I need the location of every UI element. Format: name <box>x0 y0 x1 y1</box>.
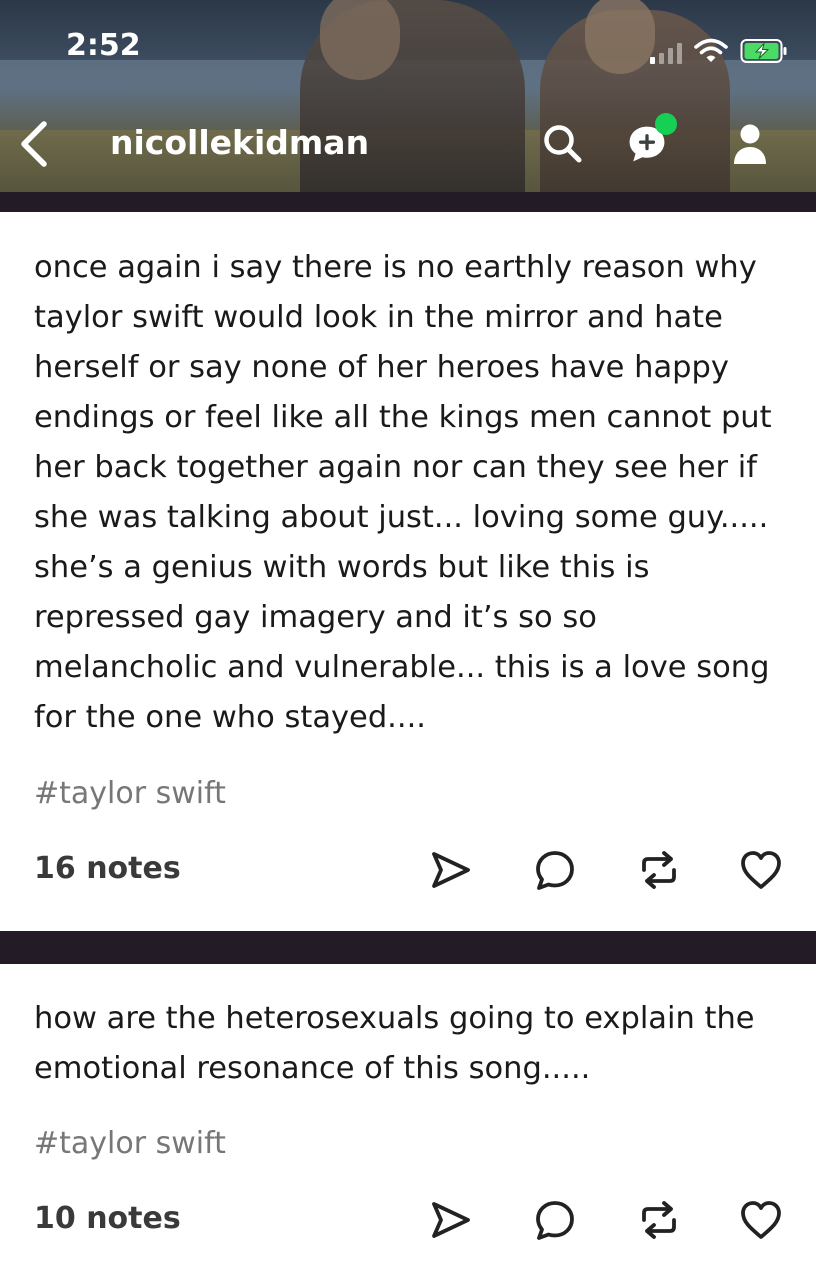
post-tag[interactable]: #taylor swift <box>34 776 226 811</box>
reply-icon[interactable] <box>533 1198 577 1242</box>
battery-charging-icon <box>740 39 787 63</box>
post-divider <box>0 192 816 212</box>
blog-name[interactable]: nicollekidman <box>110 123 369 162</box>
notes-count[interactable]: 10 notes <box>34 1201 181 1236</box>
status-icons <box>650 34 788 64</box>
header-image-figure-head <box>320 0 400 80</box>
wifi-icon <box>694 38 728 62</box>
reblog-icon[interactable] <box>637 1198 681 1242</box>
back-chevron-left-icon[interactable] <box>16 120 54 168</box>
post-body: once again i say there is no earthly rea… <box>34 250 772 735</box>
blog-header: 2:52 nicollekidman <box>0 0 816 192</box>
share-icon[interactable] <box>429 848 473 892</box>
header-image-figure-head <box>585 0 655 74</box>
heart-icon[interactable] <box>739 1198 783 1242</box>
notification-badge <box>655 113 677 135</box>
cellular-signal-icon <box>650 42 682 64</box>
post-tag[interactable]: #taylor swift <box>34 1126 226 1161</box>
reply-icon[interactable] <box>533 848 577 892</box>
notes-count[interactable]: 16 notes <box>34 851 181 886</box>
share-icon[interactable] <box>429 1198 473 1242</box>
search-icon[interactable] <box>541 122 585 166</box>
post-body: how are the heterosexuals going to expla… <box>34 1001 755 1086</box>
heart-icon[interactable] <box>739 848 783 892</box>
reblog-icon[interactable] <box>637 848 681 892</box>
post-divider <box>0 931 816 964</box>
status-time: 2:52 <box>66 28 141 63</box>
account-icon[interactable] <box>728 122 772 166</box>
